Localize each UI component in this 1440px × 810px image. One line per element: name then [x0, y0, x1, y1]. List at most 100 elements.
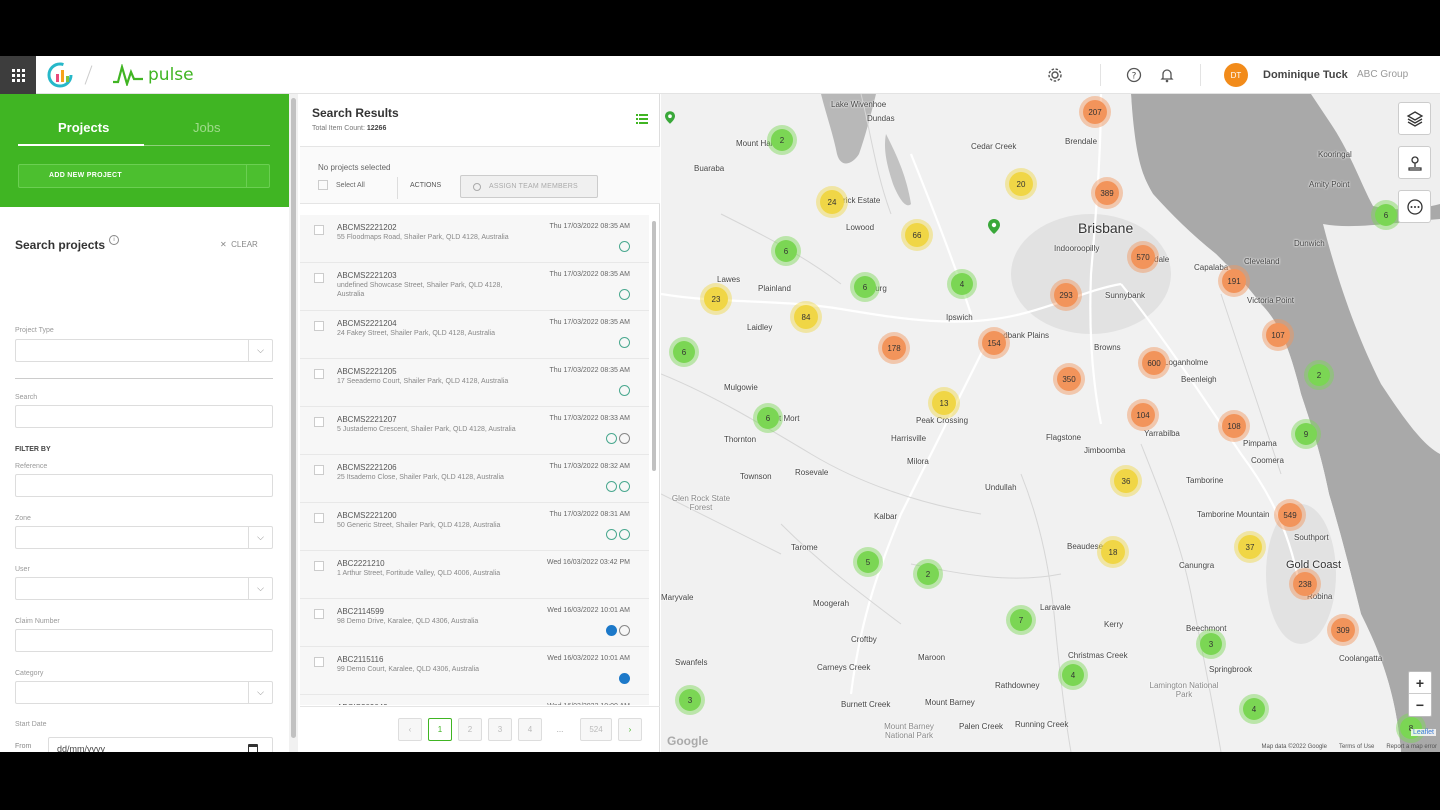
- tab-projects[interactable]: Projects: [58, 120, 109, 135]
- map-cluster-marker[interactable]: 9: [1291, 419, 1321, 449]
- reference-input[interactable]: [15, 474, 273, 497]
- project-reference[interactable]: ABC2221210: [337, 559, 385, 568]
- project-reference[interactable]: ABCMS2221200: [337, 511, 397, 520]
- project-reference[interactable]: ABCMS2221203: [337, 271, 397, 280]
- map-cluster-marker[interactable]: 6: [669, 337, 699, 367]
- map-cluster-marker[interactable]: 6: [850, 272, 880, 302]
- project-reference[interactable]: ABCMS2221202: [337, 223, 397, 232]
- project-reference[interactable]: ABCIS209049: [337, 703, 388, 705]
- map-cluster-marker[interactable]: 238: [1289, 568, 1321, 600]
- map-cluster-marker[interactable]: 36: [1110, 465, 1142, 497]
- tab-jobs[interactable]: Jobs: [193, 120, 220, 135]
- category-select[interactable]: ⌵: [15, 681, 273, 704]
- location-pin-icon[interactable]: [988, 219, 1000, 234]
- table-row[interactable]: ABC2114599 98 Demo Drive, Karalee, QLD 43…: [300, 599, 649, 647]
- project-reference[interactable]: ABC2115116: [337, 655, 383, 664]
- map-cluster-marker[interactable]: 191: [1218, 265, 1250, 297]
- map-cluster-marker[interactable]: 108: [1218, 410, 1250, 442]
- map-cluster-marker[interactable]: 2: [913, 559, 943, 589]
- map-layers-button[interactable]: [1398, 102, 1431, 135]
- map-cluster-marker[interactable]: 309: [1327, 614, 1359, 646]
- table-row[interactable]: ABCMS2221204 24 Fakey Street, Shailer Par…: [300, 311, 649, 359]
- info-icon[interactable]: i: [109, 235, 119, 245]
- row-checkbox[interactable]: [314, 417, 324, 427]
- row-checkbox[interactable]: [314, 225, 324, 235]
- map-cluster-marker[interactable]: 104: [1127, 399, 1159, 431]
- table-row[interactable]: ABCMS2221205 17 Seeademo Court, Shailer P…: [300, 359, 649, 407]
- scrollbar-thumb[interactable]: [652, 221, 656, 471]
- map-cluster-marker[interactable]: 20: [1005, 168, 1037, 200]
- page-button[interactable]: 524: [580, 718, 612, 741]
- project-reference[interactable]: ABCMS2221206: [337, 463, 397, 472]
- project-type-select[interactable]: ⌵: [15, 339, 273, 362]
- add-new-project-button[interactable]: ADD NEW PROJECT: [18, 164, 270, 188]
- next-page-button[interactable]: ›: [618, 718, 642, 741]
- map-cluster-marker[interactable]: 4: [1058, 660, 1088, 690]
- terms-of-use-link[interactable]: Terms of Use: [1339, 744, 1374, 750]
- map-cluster-marker[interactable]: 207: [1079, 96, 1111, 128]
- left-panel-scrollbar[interactable]: [289, 94, 298, 752]
- page-button[interactable]: 1: [428, 718, 452, 741]
- user-avatar[interactable]: DT: [1224, 63, 1248, 87]
- map-cluster-marker[interactable]: 6: [753, 403, 783, 433]
- map-cluster-marker[interactable]: 24: [816, 186, 848, 218]
- page-button[interactable]: 4: [518, 718, 542, 741]
- row-checkbox[interactable]: [314, 273, 324, 283]
- map-locate-button[interactable]: [1398, 146, 1431, 179]
- row-checkbox[interactable]: [314, 513, 324, 523]
- row-checkbox[interactable]: [314, 321, 324, 331]
- table-row[interactable]: ABCMS2221207 5 Justademo Crescent, Shaile…: [300, 407, 649, 455]
- project-reference[interactable]: ABCMS2221205: [337, 367, 397, 376]
- scrollbar-thumb[interactable]: [291, 98, 296, 738]
- location-pin-icon[interactable]: [665, 111, 675, 124]
- map-cluster-marker[interactable]: 4: [1239, 694, 1269, 724]
- map-cluster-marker[interactable]: 8: [1396, 713, 1426, 743]
- map-cluster-marker[interactable]: 18: [1097, 536, 1129, 568]
- zone-select[interactable]: ⌵: [15, 526, 273, 549]
- table-row[interactable]: ABCMS2221203 undefined Showcase Street, S…: [300, 263, 649, 311]
- user-select[interactable]: ⌵: [15, 577, 273, 600]
- map-cluster-marker[interactable]: 37: [1234, 531, 1266, 563]
- map-cluster-marker[interactable]: 3: [675, 685, 705, 715]
- claim-number-input[interactable]: [15, 629, 273, 652]
- zoom-in-button[interactable]: +: [1409, 672, 1431, 694]
- row-checkbox[interactable]: [314, 657, 324, 667]
- map-cluster-marker[interactable]: 2: [767, 125, 797, 155]
- table-row[interactable]: ABCIS209049100 Demonstration Crescent, K…: [300, 695, 649, 705]
- leaflet-attribution-link[interactable]: Leaflet: [1410, 729, 1436, 736]
- map-cluster-marker[interactable]: 6: [771, 236, 801, 266]
- projects-map[interactable]: Lake Wivenhoe Dundas Mount Hallen Buaraba Ce…: [661, 94, 1440, 752]
- table-row[interactable]: ABCMS2221200 50 Generic Street, Shailer P…: [300, 503, 649, 551]
- help-icon[interactable]: ?: [1125, 66, 1143, 84]
- clear-filters-button[interactable]: ✕ CLEAR: [220, 240, 258, 249]
- map-cluster-marker[interactable]: 549: [1274, 499, 1306, 531]
- map-cluster-marker[interactable]: 178: [878, 332, 910, 364]
- row-checkbox[interactable]: [314, 369, 324, 379]
- table-row[interactable]: ABCMS2221206 25 Itsademo Close, Shailer P…: [300, 455, 649, 503]
- calendar-icon[interactable]: [248, 744, 258, 752]
- row-checkbox[interactable]: [314, 465, 324, 475]
- apps-grid-button[interactable]: [0, 56, 36, 94]
- map-cluster-marker[interactable]: 6: [1371, 200, 1401, 230]
- map-more-options-button[interactable]: [1398, 190, 1431, 223]
- assign-team-members-button[interactable]: ASSIGN TEAM MEMBERS: [460, 175, 598, 198]
- results-scrollbar[interactable]: [650, 215, 658, 705]
- project-reference[interactable]: ABCMS2221204: [337, 319, 397, 328]
- select-all-label[interactable]: Select All: [336, 182, 365, 189]
- prev-page-button[interactable]: ‹: [398, 718, 422, 741]
- list-view-icon[interactable]: [636, 114, 648, 124]
- map-cluster-marker[interactable]: 3: [1196, 629, 1226, 659]
- search-input[interactable]: [15, 405, 273, 428]
- map-cluster-marker[interactable]: 13: [928, 387, 960, 419]
- map-cluster-marker[interactable]: 350: [1053, 363, 1085, 395]
- page-button[interactable]: 3: [488, 718, 512, 741]
- map-cluster-marker[interactable]: 107: [1262, 319, 1294, 351]
- map-cluster-marker[interactable]: 293: [1050, 279, 1082, 311]
- map-cluster-marker[interactable]: 84: [790, 301, 822, 333]
- map-cluster-marker[interactable]: 23: [700, 283, 732, 315]
- zoom-out-button[interactable]: −: [1409, 694, 1431, 716]
- page-button[interactable]: 2: [458, 718, 482, 741]
- report-map-error-link[interactable]: Report a map error: [1386, 744, 1437, 750]
- map-cluster-marker[interactable]: 66: [901, 219, 933, 251]
- pulse-logo[interactable]: pulse: [112, 63, 194, 87]
